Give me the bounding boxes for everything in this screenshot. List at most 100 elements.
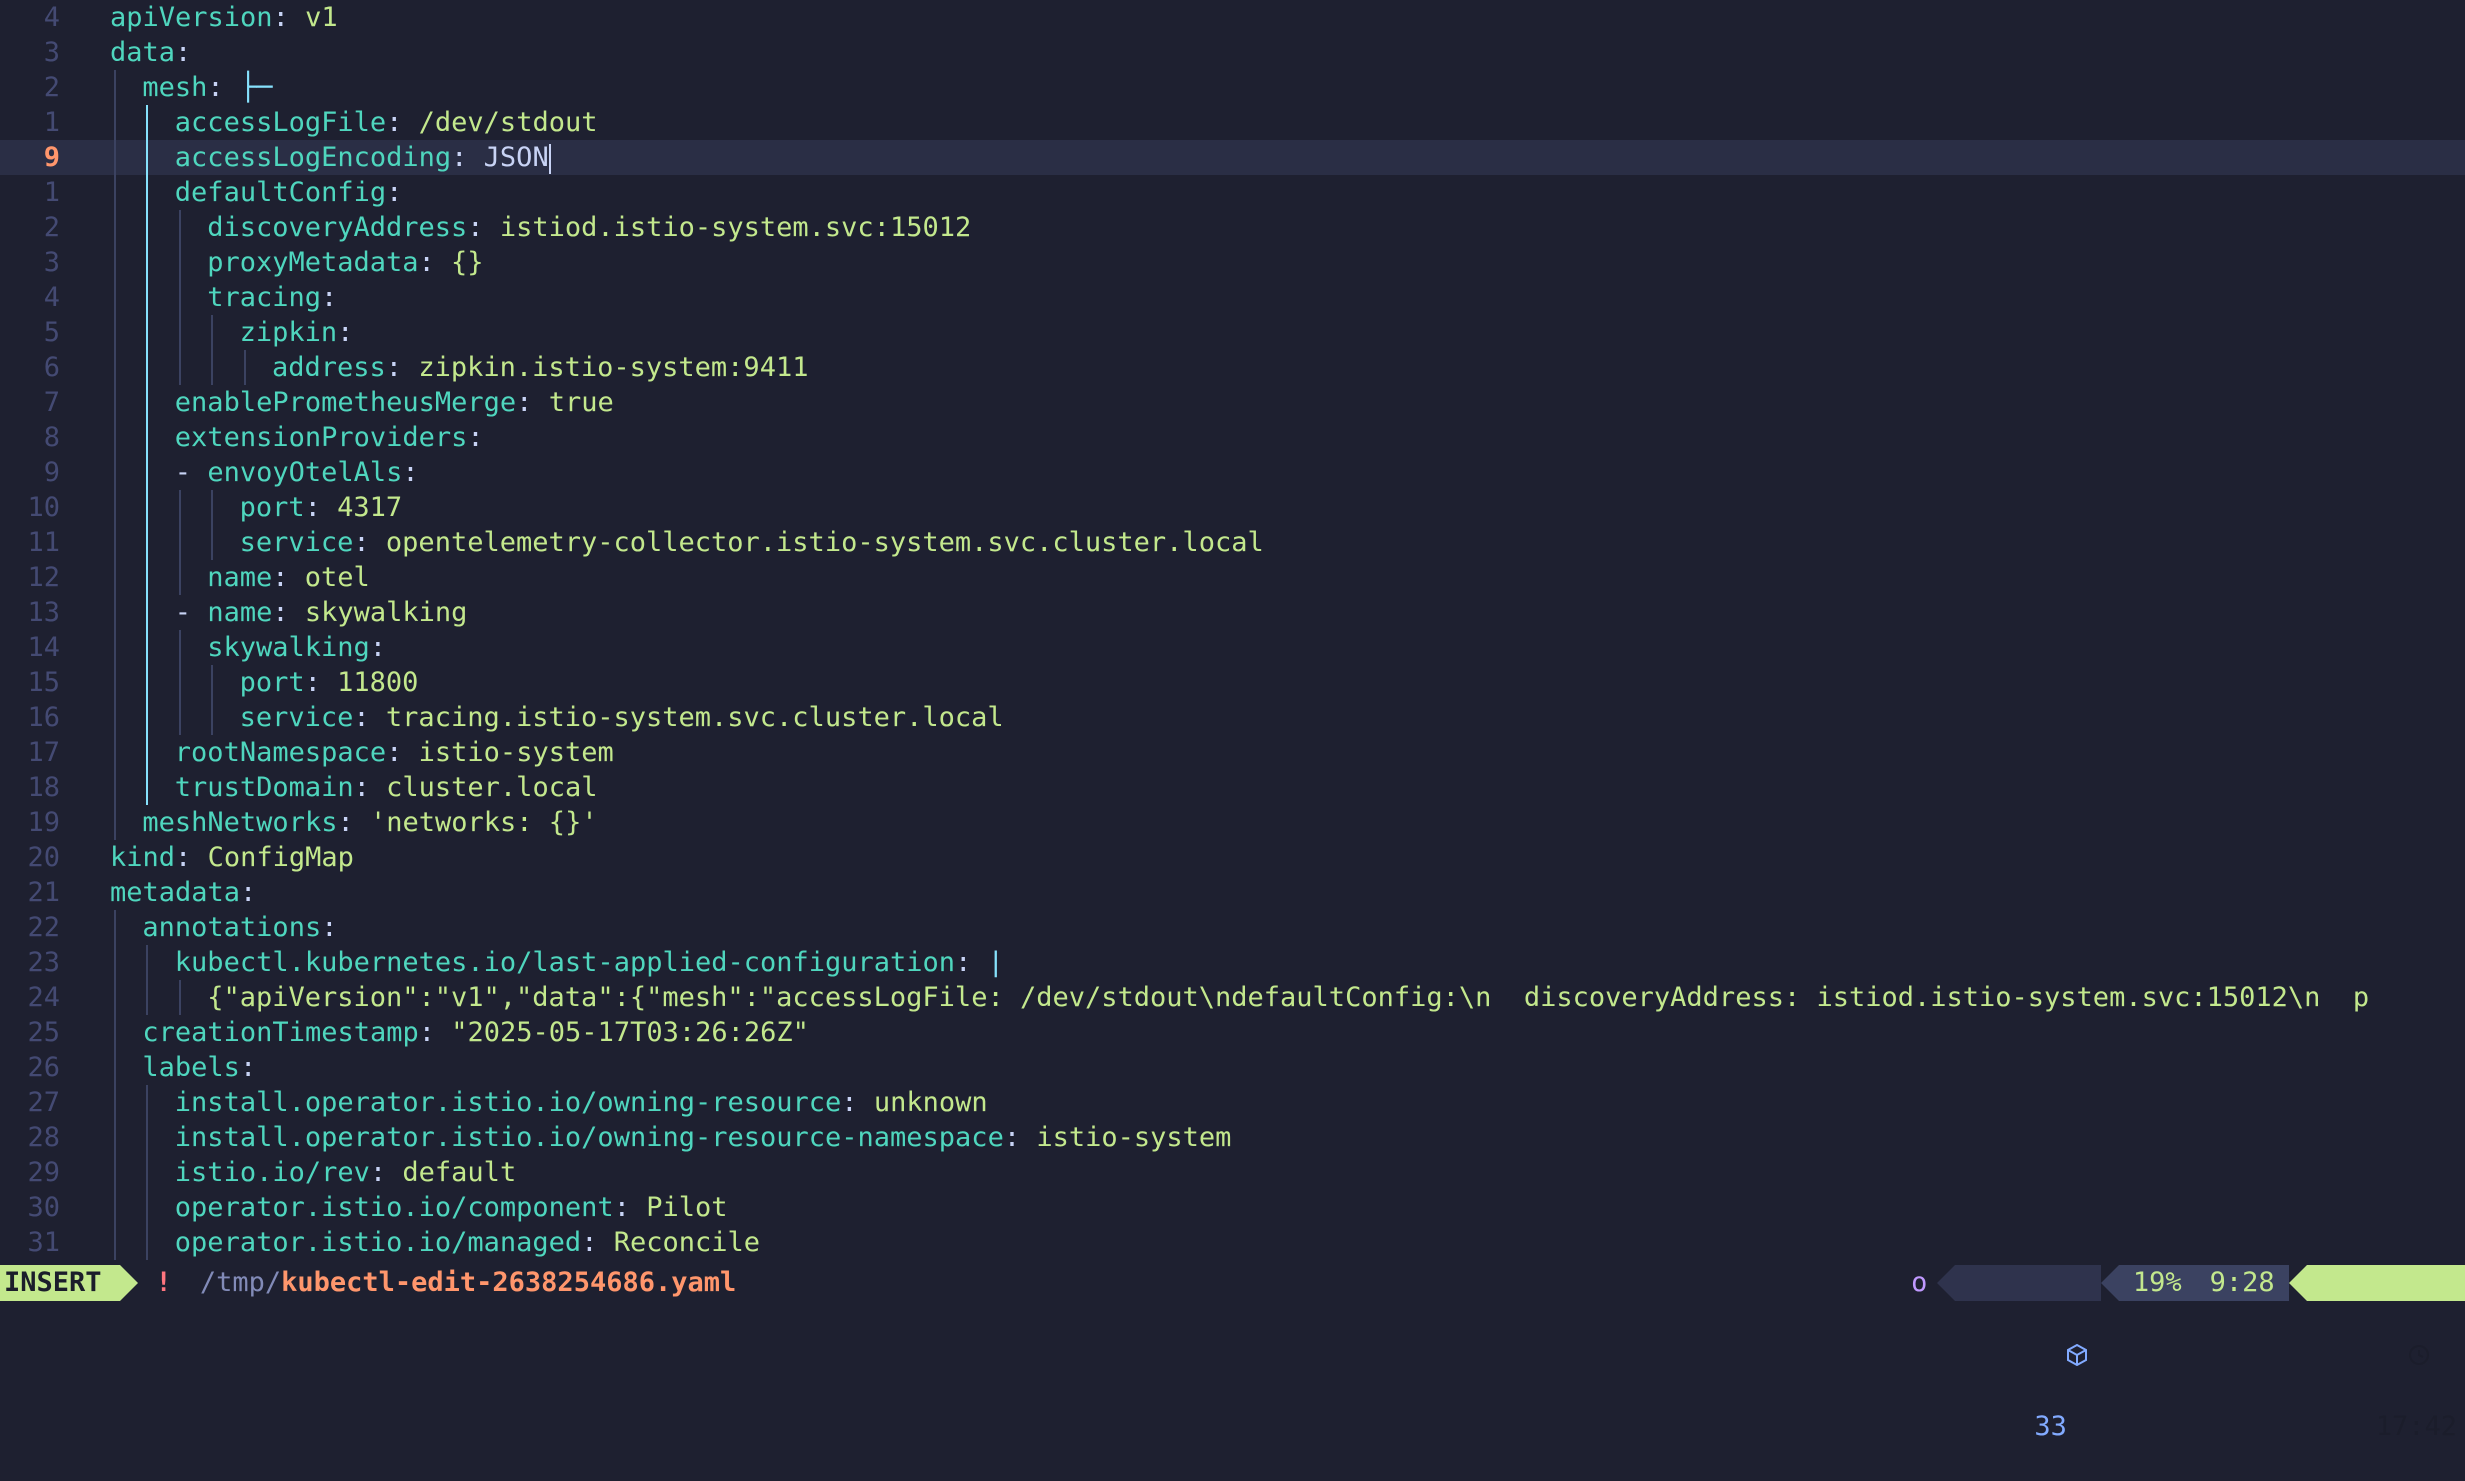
indent-guide — [114, 455, 116, 490]
yaml-key: accessLogFile — [174, 107, 387, 138]
yaml-value: opentelemetry-collector.istio-system.svc… — [385, 527, 1264, 558]
line-number: 25 — [27, 1017, 60, 1048]
yaml-key: defaultConfig — [174, 177, 387, 208]
editor-line[interactable]: 27 install.operator.istio.io/owning-resou… — [0, 1085, 2465, 1120]
editor-line[interactable]: 5 zipkin: — [0, 315, 2465, 350]
line-content: kind: ConfigMap — [110, 840, 354, 875]
indent-guide — [146, 175, 149, 210]
yaml-key: operator.istio.io/managed — [174, 1227, 582, 1258]
editor-line[interactable]: 4 tracing: — [0, 280, 2465, 315]
yaml-key: envoyOtelAls — [207, 457, 403, 488]
editor-line[interactable]: 31 operator.istio.io/managed: Reconcile — [0, 1225, 2465, 1260]
yaml-key: trustDomain — [174, 772, 354, 803]
colon: : — [337, 807, 354, 838]
editor-line[interactable]: 1 accessLogFile: /dev/stdout — [0, 105, 2465, 140]
editor-line[interactable]: 3 data: — [0, 35, 2465, 70]
colon: : — [207, 72, 224, 103]
editor-line[interactable]: 14 skywalking: — [0, 630, 2465, 665]
yaml-key: name — [207, 597, 273, 628]
editor-line[interactable]: 28 install.operator.istio.io/owning-resou… — [0, 1120, 2465, 1155]
line-content: istio.io/rev: default — [175, 1155, 516, 1190]
line-number: 21 — [27, 877, 60, 908]
editor-line[interactable]: 29 istio.io/rev: default — [0, 1155, 2465, 1190]
list-dash: - — [174, 457, 208, 488]
line-number: 18 — [27, 772, 60, 803]
line-number: 9 — [43, 457, 60, 488]
indent-guide — [114, 280, 116, 315]
editor-line[interactable]: 11 service: opentelemetry-collector.istio… — [0, 525, 2465, 560]
editor-line[interactable]: 16 service: tracing.istio-system.svc.clus… — [0, 700, 2465, 735]
line-number: 3 — [43, 37, 60, 68]
editor-line[interactable]: 25 creationTimestamp: "2025-05-17T03:26:2… — [0, 1015, 2465, 1050]
line-content: name: otel — [207, 560, 370, 595]
indent-guide — [178, 350, 181, 385]
editor-line[interactable]: 1 defaultConfig: — [0, 175, 2465, 210]
indent-guide — [114, 210, 116, 245]
colon: : — [1003, 1122, 1021, 1153]
yaml-value: Reconcile — [613, 1227, 761, 1258]
line-number: 29 — [27, 1157, 60, 1188]
line-number: 1 — [43, 177, 60, 208]
editor-line[interactable]: 15 port: 11800 — [0, 665, 2465, 700]
yaml-value: unknown — [873, 1087, 988, 1118]
indent-guide — [146, 490, 149, 525]
indent-guide — [243, 350, 246, 385]
indent-guide — [114, 1155, 116, 1190]
editor-line[interactable]: 21 metadata: — [0, 875, 2465, 910]
editor-line[interactable]: 17 rootNamespace: istio-system — [0, 735, 2465, 770]
line-content: tracing: — [207, 280, 337, 315]
line-number: 17 — [27, 737, 60, 768]
editor-line[interactable]: 2 discoveryAddress: istiod.istio-system.s… — [0, 210, 2465, 245]
editor-line[interactable]: 22 annotations: — [0, 910, 2465, 945]
editor-buffer[interactable]: 4 apiVersion: v1 3 data: 2 mesh: ├─ 1 accessLog… — [0, 0, 2465, 1260]
line-number: 9 — [43, 142, 60, 173]
line-content: operator.istio.io/managed: Reconcile — [175, 1225, 760, 1260]
yaml-value: ├─ — [239, 72, 273, 103]
colon: : — [467, 212, 484, 243]
editor-line[interactable]: 26 labels: — [0, 1050, 2465, 1085]
editor-line[interactable]: 20 kind: ConfigMap — [0, 840, 2465, 875]
editor-line[interactable]: 8 extensionProviders: — [0, 420, 2465, 455]
cube-icon — [1969, 1339, 2087, 1406]
yaml-key: operator.istio.io/component — [174, 1192, 614, 1223]
indent-guide — [146, 420, 149, 455]
yaml-value: true — [548, 387, 614, 418]
editor-line[interactable]: 7 enablePrometheusMerge: true — [0, 385, 2465, 420]
line-number: 28 — [27, 1122, 60, 1153]
indent-guide — [114, 945, 116, 980]
line-content: - envoyOtelAls: — [175, 455, 419, 490]
editor-line[interactable]: 6 address: zipkin.istio-system:9411 — [0, 350, 2465, 385]
yaml-value: istio-system — [1036, 1122, 1232, 1153]
indent-guide — [114, 1085, 116, 1120]
editor-line[interactable]: 19 meshNetworks: 'networks: {}' — [0, 805, 2465, 840]
line-content: metadata: — [110, 875, 256, 910]
yaml-value: default — [402, 1157, 517, 1188]
indent-guide — [114, 560, 116, 595]
line-content: annotations: — [142, 910, 337, 945]
colon: : — [386, 107, 403, 138]
editor-line[interactable]: 3 proxyMetadata: {} — [0, 245, 2465, 280]
colon: : — [240, 877, 257, 908]
editor-line[interactable]: 4 apiVersion: v1 — [0, 0, 2465, 35]
yaml-value: | — [987, 947, 1004, 978]
lsp-segment: 33 — [1955, 1264, 2101, 1442]
editor-line[interactable]: 30 operator.istio.io/component: Pilot — [0, 1190, 2465, 1225]
indent-guide — [211, 350, 214, 385]
indent-guide — [114, 770, 116, 805]
editor-line[interactable]: 9 - envoyOtelAls: — [0, 455, 2465, 490]
yaml-key: proxyMetadata — [207, 247, 419, 278]
editor-line[interactable]: 23 kubectl.kubernetes.io/last-applied-con… — [0, 945, 2465, 980]
editor-line[interactable]: 10 port: 4317 — [0, 490, 2465, 525]
yaml-key: annotations — [142, 912, 322, 943]
editor-line[interactable]: 18 trustDomain: cluster.local — [0, 770, 2465, 805]
line-number: 4 — [43, 2, 60, 33]
line-content: port: 11800 — [240, 665, 419, 700]
editor-line[interactable]: 9 accessLogEncoding: JSON — [0, 140, 2465, 175]
indent-guide — [114, 735, 116, 770]
editor-line[interactable]: 13 - name: skywalking — [0, 595, 2465, 630]
indent-guide — [146, 350, 149, 385]
editor-line[interactable]: 2 mesh: ├─ — [0, 70, 2465, 105]
yaml-key: discoveryAddress — [207, 212, 468, 243]
editor-line[interactable]: 12 name: otel — [0, 560, 2465, 595]
editor-line[interactable]: 24 {"apiVersion":"v1","data":{"mesh":"acc… — [0, 980, 2465, 1015]
